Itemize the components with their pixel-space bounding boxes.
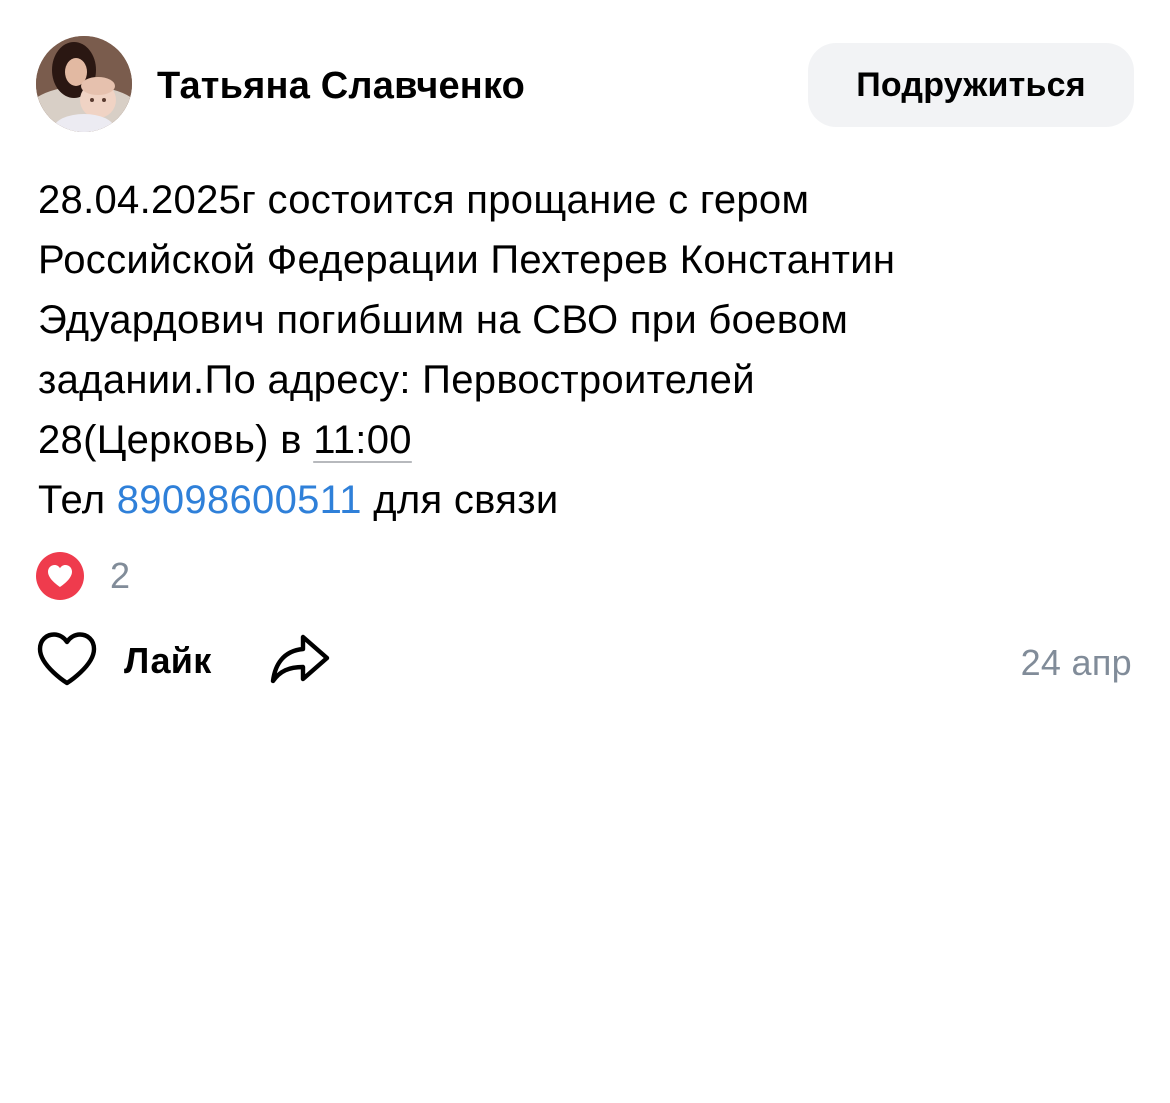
post-text-fragment: Тел [38,478,117,522]
action-bar: Лайк 24 апр [36,630,1134,692]
post-text-line: Эдуардович погибшим на СВО при боевом [38,298,849,342]
post-text-line: 28.04.2025г состоится прощание с гером [38,178,810,222]
post-text-line: задании.По адресу: Первостроителей [38,358,755,402]
post-text-line: 28(Церковь) в 11:00 [38,410,1138,470]
avatar[interactable] [36,36,132,132]
reaction-count: 2 [110,555,131,596]
post-text-fragment: для связи [361,478,559,522]
author-name[interactable]: Татьяна Славченко [157,64,525,108]
avatar-image [36,36,132,132]
like-button[interactable]: Лайк [36,630,212,692]
heart-filled-icon [36,552,84,600]
post-text-line: Тел 89098600511 для связи [38,470,1138,530]
reactions-summary[interactable]: 2 [36,551,130,601]
heart-outline-icon [36,630,98,693]
phone-link[interactable]: 89098600511 [117,478,362,522]
post-date: 24 апр [1020,642,1132,683]
share-button[interactable] [268,630,332,692]
post-text-fragment: 28(Церковь) в [38,418,314,462]
time-link[interactable]: 11:00 [313,418,412,462]
post-header: Татьяна Славченко Подружиться [36,36,1134,132]
share-arrow-icon [269,631,331,692]
add-friend-button[interactable]: Подружиться [808,43,1134,127]
like-label: Лайк [124,640,212,681]
post-text: 28.04.2025г состоится прощание с гером Р… [38,170,1138,530]
post-card: Татьяна Славченко Подружиться 28.04.2025… [0,0,1170,1103]
post-text-line: Российской Федерации Пехтерев Константин [38,238,896,282]
